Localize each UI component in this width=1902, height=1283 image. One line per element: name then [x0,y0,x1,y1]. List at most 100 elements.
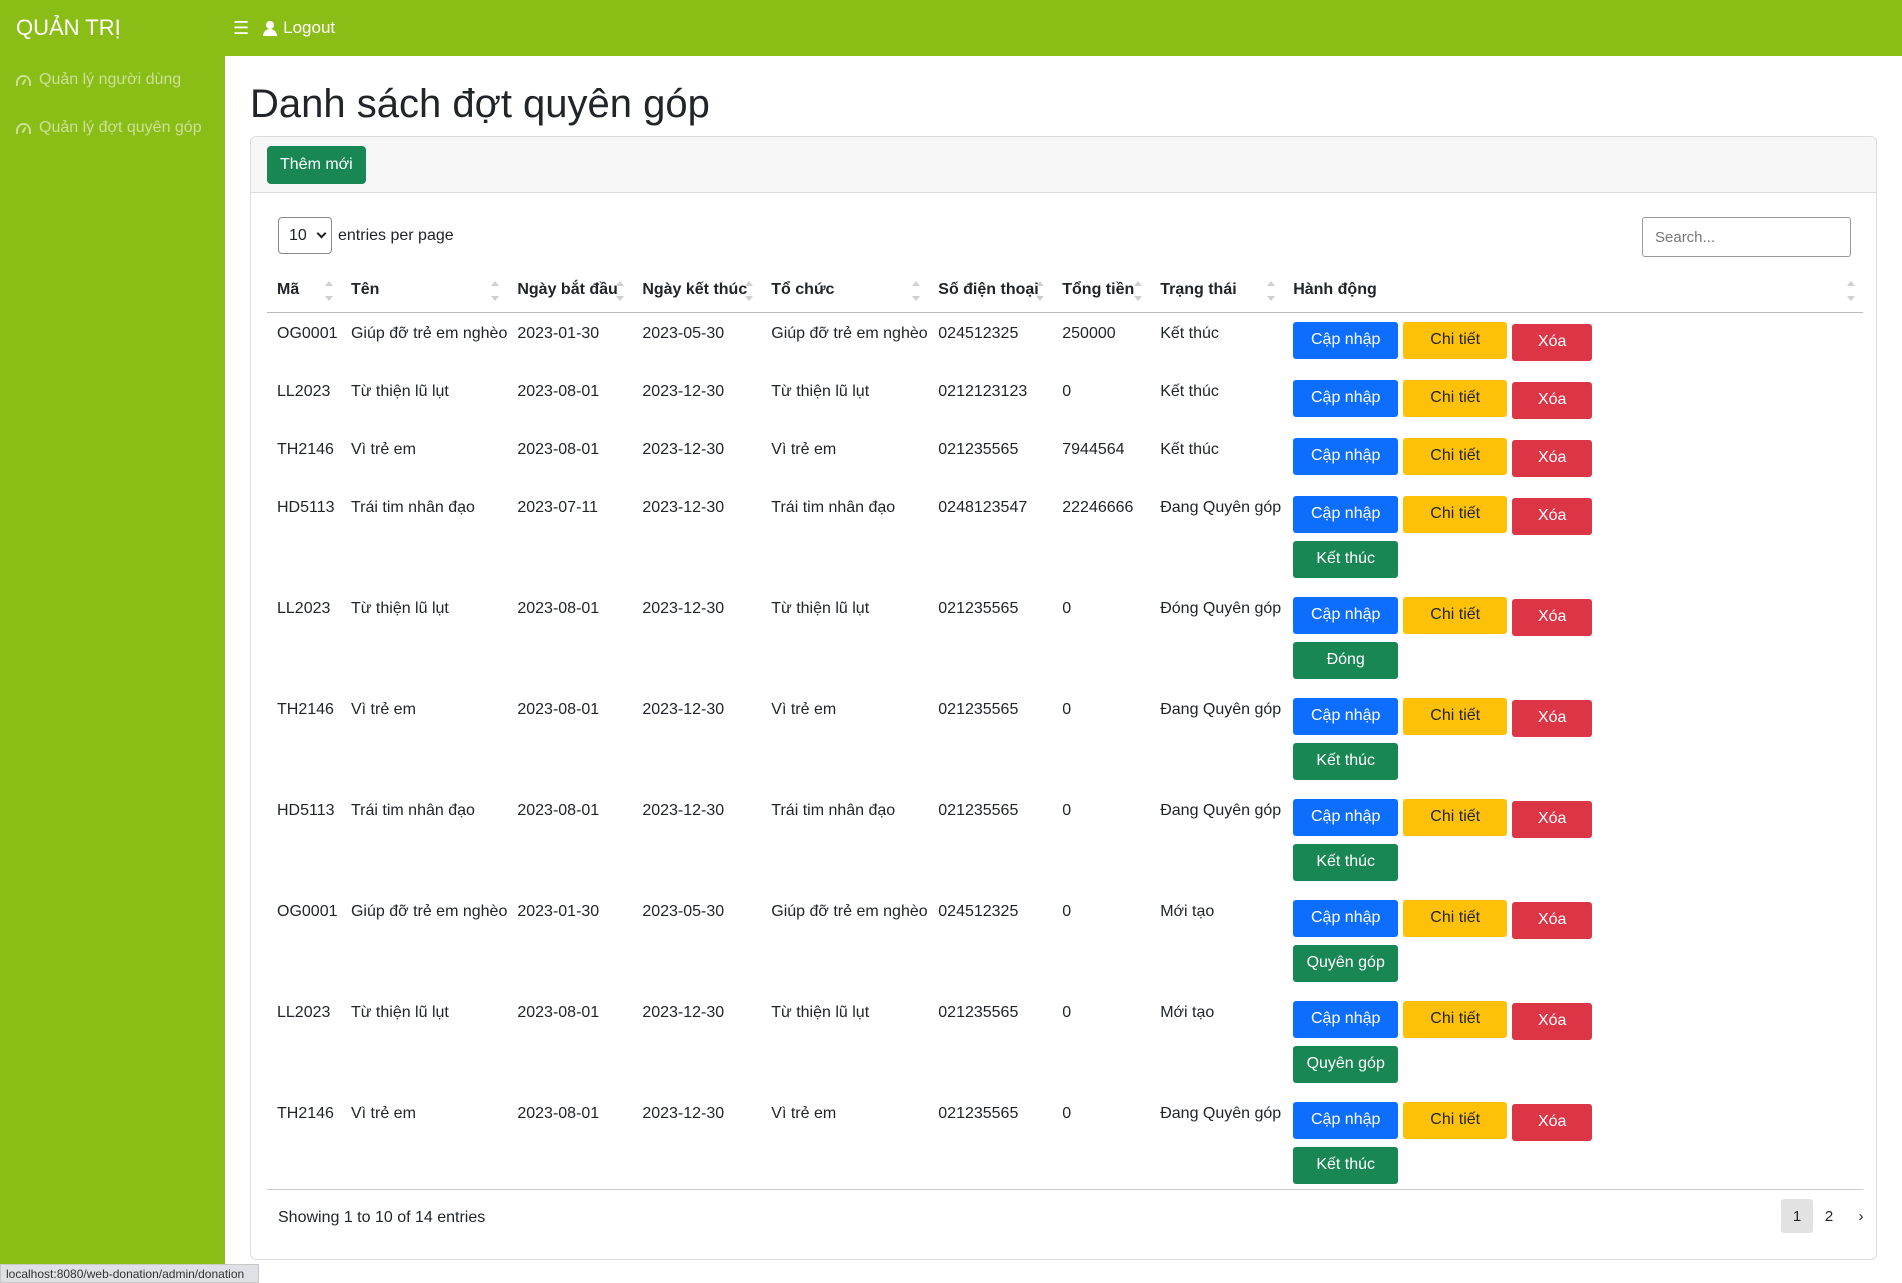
cell-ten: Giúp đỡ trẻ em nghèo [350,324,508,342]
detail-button[interactable]: Chi tiết [1403,321,1508,359]
cell-phone: 021235565 [938,801,1019,819]
cell-start-date: 2023-08-01 [517,1104,600,1122]
delete-button[interactable]: Xóa [1512,439,1593,477]
edit-button[interactable]: Cập nhập [1293,697,1399,735]
cell-ma: TH2146 [277,1104,334,1122]
status-action-button[interactable]: Đóng [1293,641,1399,679]
column-header-ma[interactable]: Mã [267,268,341,313]
edit-button[interactable]: Cập nhập [1293,1101,1399,1139]
detail-button[interactable]: Chi tiết [1403,379,1508,417]
search-input[interactable] [1642,217,1851,257]
column-header-status[interactable]: Trạng thái [1150,268,1284,313]
page-button-2[interactable]: 2 [1813,1199,1845,1233]
detail-button[interactable]: Chi tiết [1403,798,1508,836]
cell-status: Đang Quyên góp [1160,700,1282,718]
delete-button[interactable]: Xóa [1512,1103,1593,1141]
cell-end-date: 2023-12-30 [642,1003,725,1021]
cell-ten: Giúp đỡ trẻ em nghèo [350,902,508,920]
delete-button[interactable]: Xóa [1512,1002,1593,1040]
column-header-phone[interactable]: Số điện thoại [928,268,1053,313]
column-header-start-date[interactable]: Ngày bắt đầu [507,268,633,313]
entries-per-page-value: 10 [289,226,307,244]
sort-icon [745,281,754,301]
browser-status-url: localhost:8080/web-donation/admin/donati… [0,1264,259,1283]
cell-total: 0 [1062,382,1072,400]
cell-end-date: 2023-12-30 [642,382,725,400]
entries-per-page: 10 entries per page [278,217,454,254]
sidebar-item-label: Quản lý người dùng [39,71,182,88]
cell-ma: HD5113 [277,801,335,819]
status-action-button[interactable]: Kết thúc [1293,1146,1399,1184]
cell-actions: Cập nhập Chi tiết Xóa Kết thúc [1283,689,1863,790]
sort-icon [1267,281,1276,301]
detail-button[interactable]: Chi tiết [1403,1101,1508,1139]
next-page-button[interactable]: › [1845,1199,1877,1233]
edit-button[interactable]: Cập nhập [1293,1000,1399,1038]
action-group: Cập nhập Chi tiết Xóa [1293,437,1613,477]
cell-start-date: 2023-08-01 [517,382,600,400]
edit-button[interactable]: Cập nhập [1293,899,1399,937]
logout-link[interactable]: Logout [263,18,335,38]
cell-status: Đóng Quyên góp [1160,599,1282,617]
cell-organization: Giúp đỡ trẻ em nghèo [771,902,928,920]
delete-button[interactable]: Xóa [1512,699,1593,737]
cell-end-date: 2023-12-30 [642,1104,725,1122]
user-icon [263,20,278,36]
cell-ten: Từ thiện lũ lụt [350,599,449,617]
sidebar-item-donations[interactable]: Quản lý đợt quyên góp [0,104,225,152]
status-action-button[interactable]: Kết thúc [1293,540,1399,578]
column-header-total[interactable]: Tổng tiền [1052,268,1151,313]
edit-button[interactable]: Cập nhập [1293,495,1399,533]
cell-end-date: 2023-12-30 [642,700,725,718]
table-row: LL2023 Từ thiện lũ lụt 2023-08-01 2023-12-3… [267,371,1863,429]
edit-button[interactable]: Cập nhập [1293,321,1399,359]
detail-button[interactable]: Chi tiết [1403,437,1508,475]
detail-button[interactable]: Chi tiết [1403,697,1508,735]
delete-button[interactable]: Xóa [1512,323,1593,361]
action-group: Cập nhập Chi tiết Xóa Kết thúc [1293,495,1613,578]
delete-button[interactable]: Xóa [1512,381,1593,419]
sidebar-item-users[interactable]: Quản lý người dùng [0,56,225,104]
donation-card: Thêm mới 10 entries per page Mã Tên Ngày… [250,136,1877,1260]
column-label: Trạng thái [1160,280,1237,298]
cell-status: Đang Quyên góp [1160,801,1282,819]
column-label: Tên [350,280,380,298]
cell-total: 0 [1062,902,1072,920]
add-new-button[interactable]: Thêm mới [267,146,366,184]
table-row: OG0001 Giúp đỡ trẻ em nghèo 2023-01-30 2023… [267,312,1863,371]
status-action-button[interactable]: Quyên góp [1293,944,1399,982]
column-header-actions[interactable]: Hành động [1283,268,1863,313]
entries-per-page-select[interactable]: 10 [278,217,332,254]
chevron-down-icon [316,228,327,239]
table-footer-divider [267,1189,1863,1190]
brand-title[interactable]: QUẢN TRỊ [0,15,225,41]
status-action-button[interactable]: Kết thúc [1293,742,1399,780]
column-header-ten[interactable]: Tên [340,268,508,313]
detail-button[interactable]: Chi tiết [1403,899,1508,937]
cell-start-date: 2023-08-01 [517,700,600,718]
detail-button[interactable]: Chi tiết [1403,1000,1508,1038]
cell-start-date: 2023-08-01 [517,801,600,819]
top-navbar: QUẢN TRỊ ☰ Logout [0,0,1902,56]
edit-button[interactable]: Cập nhập [1293,596,1399,634]
cell-phone: 021235565 [938,700,1019,718]
action-group: Cập nhập Chi tiết Xóa Kết thúc [1293,798,1613,881]
cell-actions: Cập nhập Chi tiết Xóa Đóng [1283,588,1863,689]
menu-toggle-icon[interactable]: ☰ [233,18,249,39]
page-button-1[interactable]: 1 [1781,1199,1813,1233]
edit-button[interactable]: Cập nhập [1293,379,1399,417]
edit-button[interactable]: Cập nhập [1293,437,1399,475]
detail-button[interactable]: Chi tiết [1403,596,1508,634]
delete-button[interactable]: Xóa [1512,497,1593,535]
status-action-button[interactable]: Quyên góp [1293,1045,1399,1083]
detail-button[interactable]: Chi tiết [1403,495,1508,533]
delete-button[interactable]: Xóa [1512,901,1593,939]
cell-status: Kết thúc [1160,440,1219,458]
edit-button[interactable]: Cập nhập [1293,798,1399,836]
status-action-button[interactable]: Kết thúc [1293,843,1399,881]
column-header-end-date[interactable]: Ngày kết thúc [632,268,762,313]
delete-button[interactable]: Xóa [1512,598,1593,636]
delete-button[interactable]: Xóa [1512,800,1593,838]
cell-start-date: 2023-01-30 [517,902,600,920]
column-header-organization[interactable]: Tổ chức [761,268,929,313]
